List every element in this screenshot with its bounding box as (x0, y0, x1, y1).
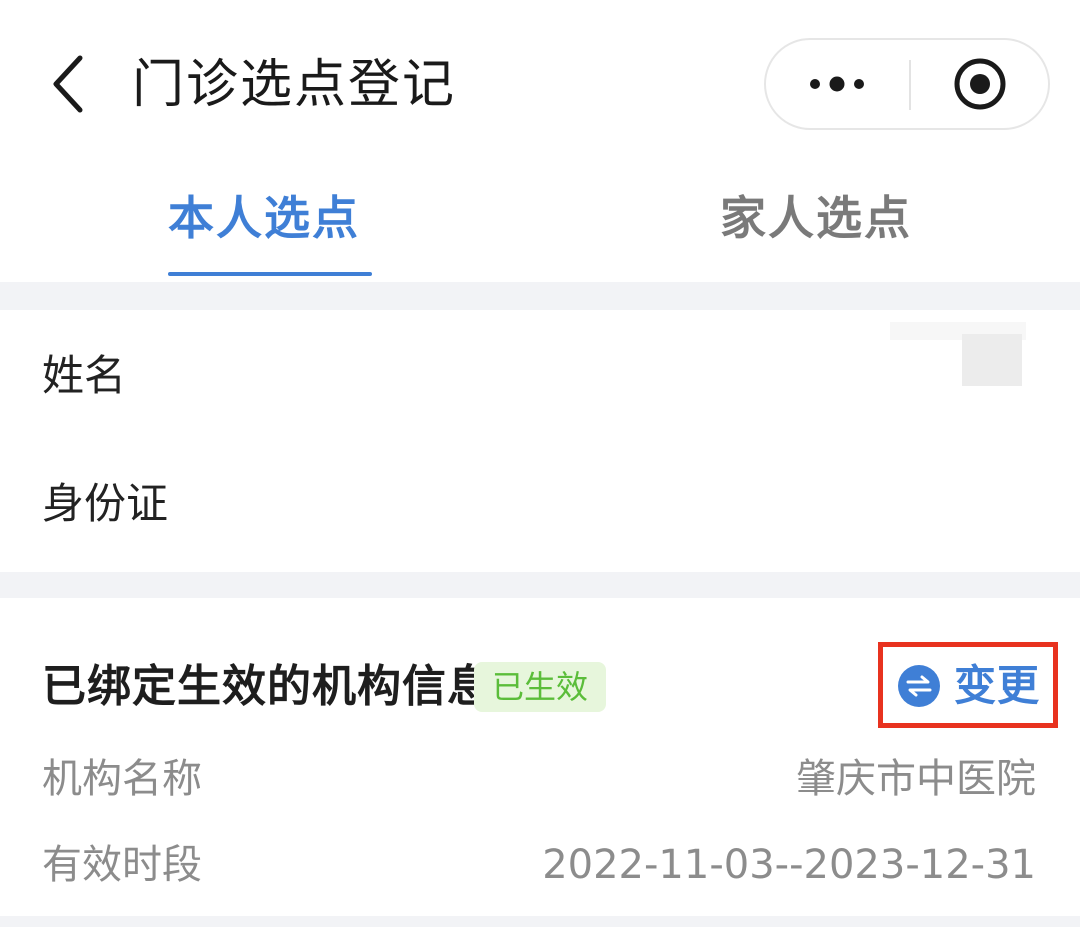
change-label: 变更 (954, 661, 1041, 710)
bottom-divider (0, 916, 1080, 927)
capsule-divider (909, 60, 911, 110)
status-badge: 已生效 (474, 662, 606, 712)
tab-self-selection[interactable]: 本人选点 (168, 188, 360, 248)
institution-name-value: 肇庆市中医院 (796, 756, 1036, 802)
close-mini-program-button[interactable] (912, 40, 1048, 128)
valid-period-label: 有效时段 (42, 842, 202, 888)
change-institution-button[interactable]: 变更 (898, 662, 1040, 710)
mini-program-capsule (764, 38, 1050, 130)
institution-info-section: 已绑定生效的机构信息 已生效 变更 机构名称 肇庆市中医院 有效时段 2022-… (0, 598, 1080, 916)
personal-info-section: 姓名 身份证 (0, 310, 1080, 572)
back-button[interactable] (38, 48, 98, 120)
masked-name-value (962, 334, 1022, 386)
chevron-left-icon (53, 55, 83, 113)
tab-bar: 本人选点 家人选点 (0, 170, 1080, 282)
name-label: 姓名 (42, 351, 127, 400)
institution-name-label: 机构名称 (42, 756, 202, 802)
page-title: 门诊选点登记 (132, 55, 457, 115)
tab-family-selection[interactable]: 家人选点 (720, 188, 912, 248)
target-close-icon (954, 58, 1006, 110)
more-dots-icon (810, 76, 864, 92)
valid-period-value: 2022-11-03--2023-12-31 (542, 842, 1036, 888)
swap-arrows-icon (898, 665, 940, 707)
nav-bar: 门诊选点登记 (0, 0, 1080, 170)
institution-section-title: 已绑定生效的机构信息 (42, 661, 492, 712)
section-divider (0, 282, 1080, 310)
id-card-label: 身份证 (42, 479, 169, 528)
more-button[interactable] (766, 40, 908, 128)
active-tab-indicator (168, 272, 372, 276)
section-divider (0, 572, 1080, 598)
